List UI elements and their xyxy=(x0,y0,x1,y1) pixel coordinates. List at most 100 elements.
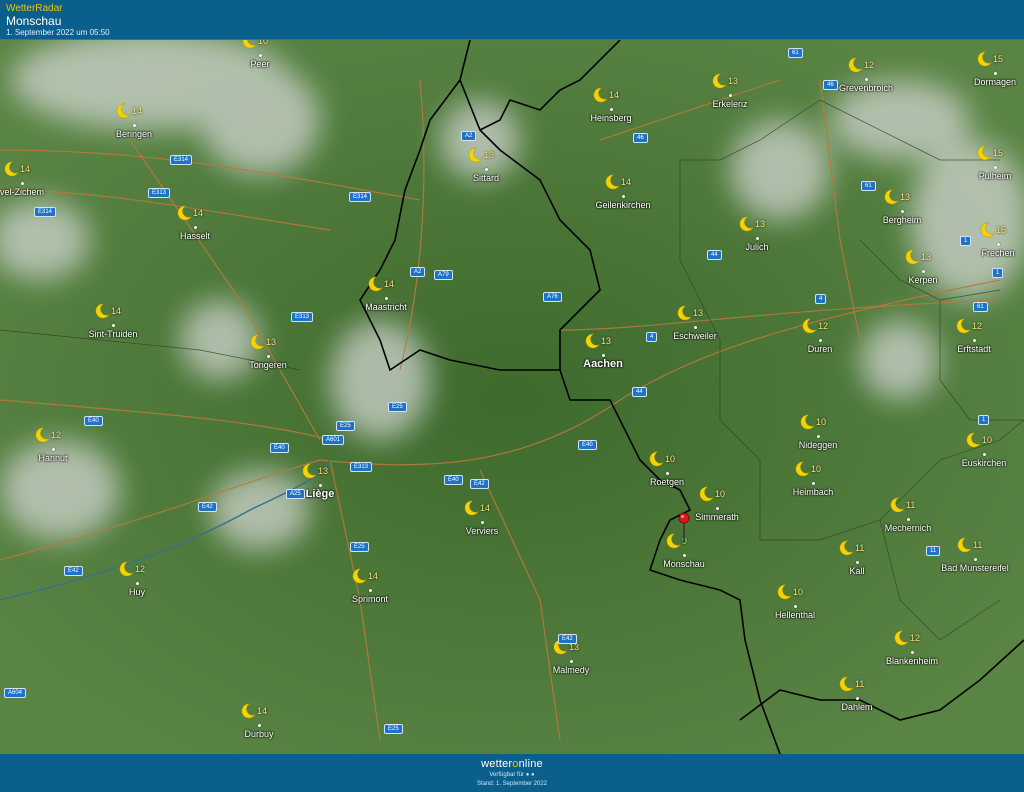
city-label[interactable]: Julich xyxy=(745,242,768,252)
city-label[interactable]: vel-Zichem xyxy=(0,187,44,197)
city-label[interactable]: Kall xyxy=(849,566,864,576)
temperature-label: 12 xyxy=(818,321,829,331)
city-label[interactable]: Dahlem xyxy=(841,702,872,712)
crescent-moon-icon xyxy=(93,302,111,320)
temperature-label: 13 xyxy=(601,336,612,346)
road-shield: 1 xyxy=(978,415,990,425)
city-label[interactable]: Bad Munstereifel xyxy=(941,563,1009,573)
temperature-label: 11 xyxy=(973,540,983,550)
city-label[interactable]: Malmedy xyxy=(553,665,590,675)
location-pin-icon[interactable] xyxy=(678,512,690,542)
temperature-label: 14 xyxy=(20,164,31,174)
city-label[interactable]: Heimbach xyxy=(793,487,834,497)
crescent-moon-icon xyxy=(955,536,973,554)
temperature-label: 14 xyxy=(111,306,122,316)
road-shield: E314 xyxy=(170,155,193,165)
place-dot xyxy=(716,507,719,510)
city-label[interactable]: Hasselt xyxy=(180,231,210,241)
place-dot xyxy=(907,518,910,521)
temperature-label: 12 xyxy=(972,321,983,331)
temperature-label: 13 xyxy=(693,308,704,318)
city-label[interactable]: Sittard xyxy=(473,173,499,183)
city-label[interactable]: Aachen xyxy=(583,358,623,370)
place-dot xyxy=(973,339,976,342)
temperature-label: 15 xyxy=(993,54,1004,64)
place-dot xyxy=(133,124,136,127)
crescent-moon-icon xyxy=(710,72,728,90)
city-label[interactable]: Bergheim xyxy=(883,215,922,225)
city-label[interactable]: Nideggen xyxy=(799,440,838,450)
place-dot xyxy=(865,78,868,81)
temperature-label: 12 xyxy=(864,60,875,70)
crescent-moon-icon xyxy=(591,86,609,104)
place-dot xyxy=(194,226,197,229)
city-label[interactable]: Sprimont xyxy=(352,594,388,604)
city-label[interactable]: Durbuy xyxy=(244,729,273,739)
place-dot xyxy=(259,54,262,57)
city-label[interactable]: Simmerath xyxy=(695,512,739,522)
road-shield: 46 xyxy=(633,133,648,143)
place-dot xyxy=(622,195,625,198)
road-shield: E313 xyxy=(350,462,373,472)
city-label[interactable]: Kerpen xyxy=(908,275,937,285)
temperature-label: 15 xyxy=(993,148,1004,158)
crescent-moon-icon xyxy=(114,102,132,120)
place-dot xyxy=(983,453,986,456)
city-label[interactable]: Duren xyxy=(808,344,833,354)
city-label[interactable]: Hannut xyxy=(38,453,67,463)
radar-map[interactable]: Peer 10 Beringen 14 vel-Zichem 14 Hasselt 14 Sin… xyxy=(0,40,1024,754)
city-label[interactable]: Maastricht xyxy=(365,302,407,312)
temperature-label: 10 xyxy=(982,435,993,445)
crescent-moon-icon xyxy=(647,450,665,468)
footer-bar: wetteronline Verfügbar für ● ● Stand: 1.… xyxy=(0,754,1024,792)
city-label[interactable]: Dormagen xyxy=(974,77,1016,87)
city-label[interactable]: Verviers xyxy=(466,526,499,536)
road-shield: 1 xyxy=(992,268,1004,278)
apple-icon[interactable]: ● xyxy=(526,772,530,778)
crescent-moon-icon xyxy=(775,583,793,601)
city-label[interactable]: Hellenthal xyxy=(775,610,815,620)
crescent-moon-icon xyxy=(837,539,855,557)
road-shield: E40 xyxy=(578,440,597,450)
road-shield: E25 xyxy=(350,542,369,552)
city-label[interactable]: Liège xyxy=(306,488,335,500)
city-label[interactable]: Monschau xyxy=(663,559,705,569)
temperature-label: 12 xyxy=(51,430,62,440)
place-dot xyxy=(385,297,388,300)
place-dot xyxy=(819,339,822,342)
place-dot xyxy=(258,724,261,727)
crescent-moon-icon xyxy=(366,275,384,293)
road-shield: E42 xyxy=(558,634,577,644)
crescent-moon-icon xyxy=(978,221,996,239)
city-label[interactable]: Tongeren xyxy=(249,360,287,370)
city-label[interactable]: Peer xyxy=(250,59,269,69)
city-label[interactable]: Sint-Truiden xyxy=(89,329,138,339)
city-label[interactable]: Blankenheim xyxy=(886,656,938,666)
wetteronline-logo[interactable]: wetteronline xyxy=(0,758,1024,770)
place-dot xyxy=(319,484,322,487)
city-label[interactable]: Heinsberg xyxy=(590,113,631,123)
temperature-label: 10 xyxy=(665,454,676,464)
city-label[interactable]: Roetgen xyxy=(650,477,684,487)
temperature-label: 15 xyxy=(996,225,1007,235)
temperature-label: 11 xyxy=(906,500,916,510)
city-label[interactable]: Beringen xyxy=(116,129,152,139)
city-label[interactable]: Eschweiler xyxy=(673,331,717,341)
city-label[interactable]: Geilenkirchen xyxy=(595,200,650,210)
android-icon[interactable]: ● xyxy=(531,772,535,778)
crescent-moon-icon xyxy=(892,629,910,647)
city-label[interactable]: Erftstadt xyxy=(957,344,991,354)
city-label[interactable]: Mechernich xyxy=(885,523,932,533)
temperature-label: 13 xyxy=(318,466,329,476)
city-label[interactable]: Grevenbroich xyxy=(839,83,893,93)
city-label[interactable]: Erkelenz xyxy=(712,99,747,109)
city-label[interactable]: Huy xyxy=(129,587,145,597)
location-title: Monschau xyxy=(6,14,62,28)
city-label[interactable]: Pulheim xyxy=(979,171,1012,181)
crescent-moon-icon xyxy=(466,146,484,164)
brand-title: WetterRadar xyxy=(6,3,63,14)
logo-right: nline xyxy=(518,758,543,770)
city-label[interactable]: Frechen xyxy=(981,248,1014,258)
crescent-moon-icon xyxy=(175,204,193,222)
city-label[interactable]: Euskirchen xyxy=(962,458,1007,468)
